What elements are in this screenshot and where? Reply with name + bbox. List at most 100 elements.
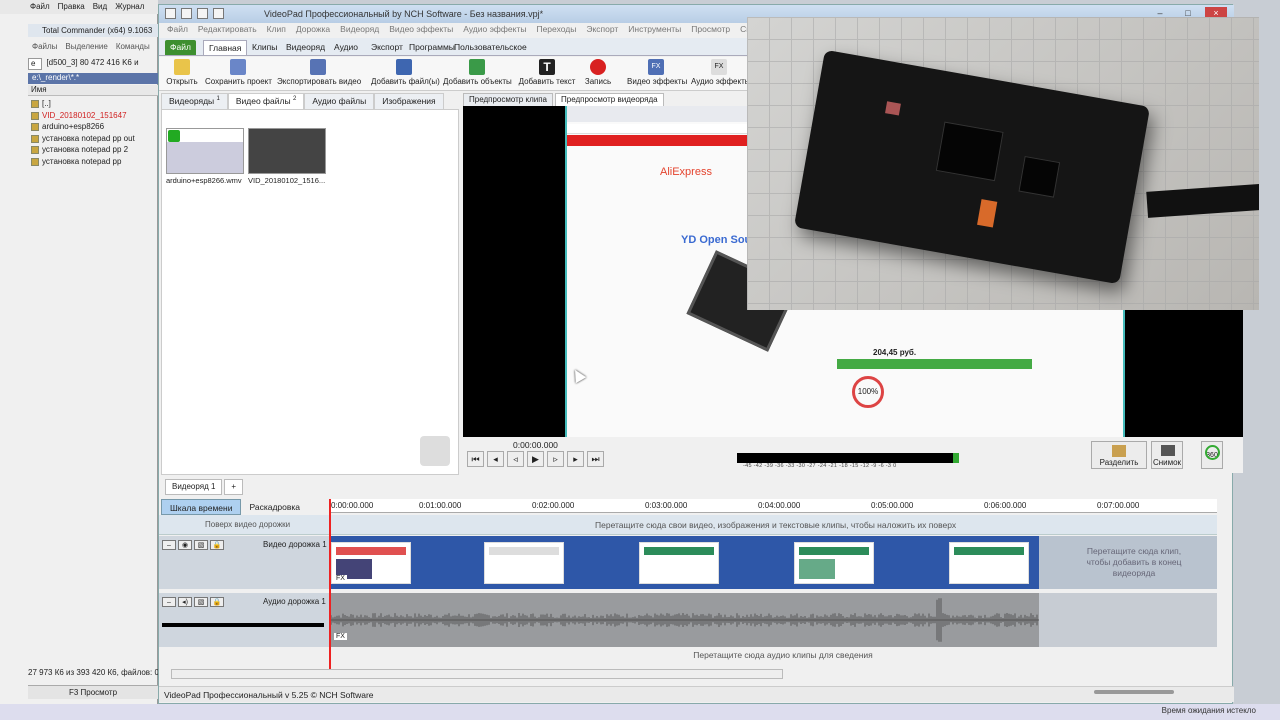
audio-effects-button[interactable]: FX Аудио эффекты — [691, 59, 751, 91]
clip-frame — [949, 542, 1029, 584]
tc-menu-commands[interactable]: Команды — [116, 42, 150, 54]
playhead[interactable] — [329, 499, 331, 669]
new-icon[interactable] — [181, 8, 192, 19]
menu-clip[interactable]: Клип — [267, 24, 286, 37]
overlay-track[interactable]: Поверх видео дорожки Перетащите сюда сво… — [159, 515, 1217, 535]
tc-f3-view-button[interactable]: F3 Просмотр — [28, 685, 158, 699]
video-effects-button[interactable]: FX Видео эффекты — [627, 59, 687, 91]
timeline-mode-button[interactable]: Шкала времени — [161, 499, 242, 515]
video-track-label: Видео дорожка 1 — [263, 540, 327, 549]
menu-view[interactable]: Просмотр — [691, 24, 730, 37]
save-icon[interactable] — [213, 8, 224, 19]
menu-file[interactable]: Файл — [167, 24, 188, 37]
collapse-icon[interactable]: – — [162, 597, 176, 607]
time-ruler[interactable]: 0:00:00.000 0:01:00.000 0:02:00.000 0:03… — [329, 499, 1217, 513]
tc-file-list: [..] VID_20180102_151647 arduino+esp8266… — [28, 98, 158, 167]
tab-audio-files[interactable]: Аудио файлы — [304, 93, 375, 109]
track-controls: – ◉ ▧ 🔒 — [162, 540, 224, 550]
menu-transitions[interactable]: Переходы — [536, 24, 576, 37]
tc-menu-select[interactable]: Выделение — [65, 42, 107, 54]
audio-clip-waveform[interactable]: FX — [328, 593, 1039, 647]
bin-thumbnail[interactable] — [166, 128, 244, 174]
tc-menu-log[interactable]: Журнал — [115, 2, 144, 12]
menu-export[interactable]: Экспорт — [586, 24, 618, 37]
record-button[interactable]: Запись — [583, 59, 613, 91]
tc-menu-file[interactable]: Файл — [30, 2, 50, 12]
tab-images[interactable]: Изображения — [374, 93, 444, 109]
storyboard-mode-button[interactable]: Раскадровка — [241, 499, 308, 515]
tab-clip-preview[interactable]: Предпросмотр клипа — [463, 93, 553, 107]
tab-video-files[interactable]: Видео файлы 2 — [227, 93, 305, 109]
tc-file-row[interactable]: arduino+esp8266 — [28, 121, 158, 133]
add-files-button[interactable]: Добавить файл(ы) — [371, 59, 440, 91]
tab-file[interactable]: Файл — [165, 40, 196, 55]
add-sequence-button[interactable]: + — [224, 479, 244, 495]
volume-slider[interactable] — [1094, 690, 1174, 694]
file-icon — [31, 146, 39, 154]
snapshot-button[interactable]: Снимок — [1151, 441, 1183, 469]
tab-sequences[interactable]: Видеоряды 1 — [161, 93, 228, 109]
tab-custom[interactable]: Пользовательское — [449, 40, 532, 55]
board-capacitor — [885, 101, 901, 116]
menu-sequence[interactable]: Видеоряд — [340, 24, 379, 37]
ruler-tick: 0:07:00.000 — [1097, 501, 1140, 510]
open-icon[interactable] — [197, 8, 208, 19]
tc-menu-edit[interactable]: Правка — [58, 2, 85, 12]
360-icon — [1205, 445, 1220, 460]
ruler-tick: 0:02:00.000 — [532, 501, 575, 510]
bin-thumbnail[interactable] — [248, 128, 326, 174]
menu-tools[interactable]: Инструменты — [628, 24, 681, 37]
tab-sequence[interactable]: Видеоряд — [281, 40, 330, 55]
status-bar: VideoPad Профессиональный v 5.25 © NCH S… — [159, 686, 1234, 702]
menu-video-effects[interactable]: Видео эффекты — [389, 24, 453, 37]
step-back-icon[interactable]: ◃ — [507, 451, 524, 467]
fx-icon: FX — [648, 59, 664, 75]
tab-sequence-preview[interactable]: Предпросмотр видеоряда — [555, 93, 664, 107]
tc-column-name[interactable]: Имя — [28, 85, 158, 96]
tc-menu-files[interactable]: Файлы — [32, 42, 57, 54]
sequence-tabs: Видеоряд 1 + — [159, 479, 1234, 495]
blend-icon[interactable]: ▧ — [194, 597, 208, 607]
tc-file-row[interactable]: [..] — [28, 98, 158, 110]
tab-export[interactable]: Экспорт — [366, 40, 408, 55]
tc-file-row[interactable]: установка notepad pp out — [28, 133, 158, 145]
text-icon: T — [539, 59, 555, 75]
tc-menu-view[interactable]: Вид — [93, 2, 107, 12]
tab-home[interactable]: Главная — [203, 40, 248, 55]
split-button[interactable]: Разделить — [1091, 441, 1147, 469]
open-button[interactable]: Открыть — [165, 59, 199, 91]
next-frame-icon[interactable]: ▸ — [567, 451, 584, 467]
add-text-button[interactable]: T Добавить текст — [517, 59, 577, 91]
save-project-button[interactable]: Сохранить проект — [205, 59, 272, 91]
play-icon[interactable]: ▶ — [527, 451, 544, 467]
clip-fx-badge[interactable]: FX — [334, 575, 347, 582]
timeline-modes: Шкала времени Раскадровка — [161, 499, 341, 515]
menu-edit[interactable]: Редактировать — [198, 24, 257, 37]
tc-file-row[interactable]: установка notepad pp — [28, 156, 158, 168]
menu-track[interactable]: Дорожка — [296, 24, 330, 37]
eye-icon[interactable]: ◉ — [178, 540, 192, 550]
tab-clips[interactable]: Клипы — [247, 40, 282, 55]
blend-icon[interactable]: ▧ — [194, 540, 208, 550]
lock-icon[interactable]: 🔒 — [210, 597, 224, 607]
tc-drive-select[interactable]: e — [28, 58, 43, 70]
video-end-drop-hint: Перетащите сюда клип, чтобы добавить в к… — [1086, 546, 1182, 578]
add-objects-button[interactable]: Добавить объекты — [443, 59, 512, 91]
menu-audio-effects[interactable]: Аудио эффекты — [463, 24, 526, 37]
tab-sequence-1[interactable]: Видеоряд 1 — [165, 479, 223, 495]
tc-file-row[interactable]: VID_20180102_151647 — [28, 110, 158, 122]
go-start-icon[interactable]: ⏮ — [467, 451, 484, 467]
step-forward-icon[interactable]: ▹ — [547, 451, 564, 467]
lock-icon[interactable]: 🔒 — [210, 540, 224, 550]
prev-frame-icon[interactable]: ◂ — [487, 451, 504, 467]
export-video-button[interactable]: Экспортировать видео — [277, 59, 361, 91]
go-end-icon[interactable]: ⏭ — [587, 451, 604, 467]
360-button[interactable]: 360 — [1201, 441, 1223, 469]
timeline-scrollbar[interactable] — [171, 669, 783, 679]
tab-audio[interactable]: Аудио — [329, 40, 363, 55]
tc-file-row[interactable]: установка notepad pp 2 — [28, 144, 158, 156]
video-clip[interactable]: FX — [329, 536, 1039, 589]
collapse-icon[interactable]: – — [162, 540, 176, 550]
audio-fx-badge[interactable]: FX — [334, 633, 347, 640]
speaker-icon[interactable]: ◂) — [178, 597, 192, 607]
